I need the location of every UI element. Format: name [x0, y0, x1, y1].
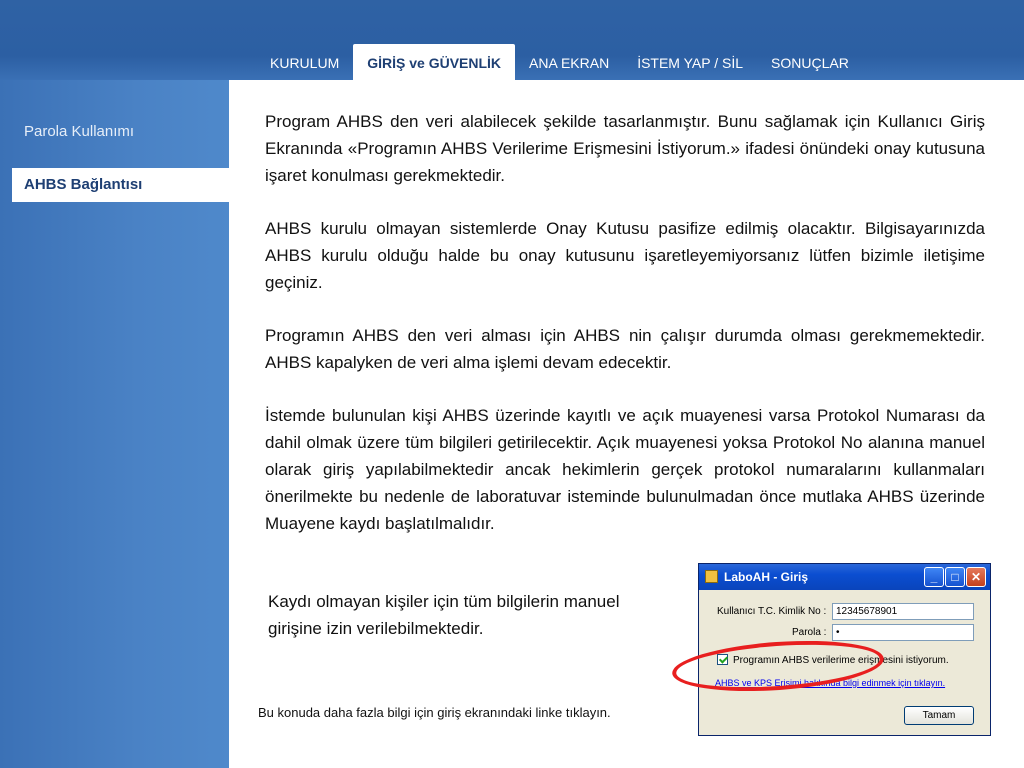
login-dialog-screenshot: LaboAH - Giriş _ □ ✕ Kullanıcı T.C. Kiml…	[698, 563, 991, 736]
content-paragraph: İstemde bulunulan kişi AHBS üzerinde kay…	[265, 406, 985, 533]
ahbs-access-checkbox-label: Programın AHBS verilerime erişmesini ist…	[733, 655, 949, 666]
content-paragraph: Programın AHBS den veri alması için AHBS…	[265, 326, 985, 372]
minimize-icon[interactable]: _	[924, 567, 944, 587]
parola-label: Parola :	[792, 627, 827, 638]
ahbs-access-checkbox[interactable]	[717, 654, 728, 665]
app-icon	[705, 570, 718, 583]
top-tab-bar: KURULUM GİRİŞ ve GÜVENLİK ANA EKRAN İSTE…	[256, 44, 863, 80]
ahbs-kps-info-link[interactable]: AHBS ve KPS Erişimi hakkında bilgi edinm…	[715, 678, 945, 688]
tab-istem-yap-sil[interactable]: İSTEM YAP / SİL	[623, 44, 757, 80]
parola-input[interactable]: •	[832, 624, 974, 641]
kimlik-no-input[interactable]: 12345678901	[832, 603, 974, 620]
manual-entry-note: Kaydı olmayan kişiler için tüm bilgileri…	[268, 592, 620, 638]
maximize-icon[interactable]: □	[945, 567, 965, 587]
ahbs-access-checkbox-row: Programın AHBS verilerime erişmesini ist…	[717, 654, 949, 666]
content-paragraph: AHBS kurulu olmayan sistemlerde Onay Kut…	[265, 219, 985, 292]
sidebar-item-parola-kullanimi[interactable]: Parola Kullanımı	[12, 115, 229, 149]
dialog-title-bar: LaboAH - Giriş _ □ ✕	[699, 564, 990, 590]
content-paragraph: Program AHBS den veri alabilecek şekilde…	[265, 112, 985, 185]
footer-note: Bu konuda daha fazla bilgi için giriş ek…	[258, 705, 611, 720]
ok-button[interactable]: Tamam	[904, 706, 974, 725]
tab-giris-ve-guvenlik[interactable]: GİRİŞ ve GÜVENLİK	[353, 44, 516, 80]
main-content: Program AHBS den veri alabilecek şekilde…	[265, 108, 985, 537]
tab-sonuclar[interactable]: SONUÇLAR	[757, 44, 863, 80]
dialog-title: LaboAH - Giriş	[724, 570, 809, 584]
sidebar-item-ahbs-baglantisi[interactable]: AHBS Bağlantısı	[12, 168, 229, 202]
close-icon[interactable]: ✕	[966, 567, 986, 587]
tab-ana-ekran[interactable]: ANA EKRAN	[515, 44, 623, 80]
kimlik-no-label: Kullanıcı T.C. Kimlik No :	[717, 606, 827, 617]
tab-kurulum[interactable]: KURULUM	[256, 44, 353, 80]
